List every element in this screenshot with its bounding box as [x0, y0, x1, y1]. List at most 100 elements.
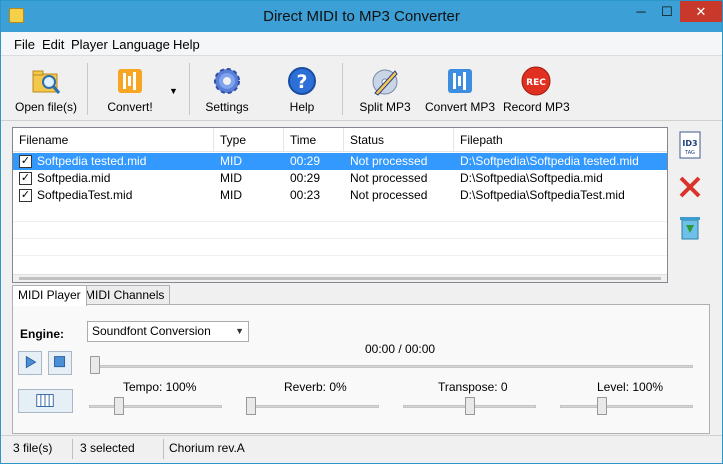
reverb-label: Reverb: 0%: [284, 380, 347, 394]
open-folder-icon: [32, 70, 61, 94]
column-status[interactable]: Status: [344, 128, 454, 152]
column-filepath[interactable]: Filepath: [454, 128, 667, 152]
horizontal-scrollbar[interactable]: [13, 274, 667, 282]
time-readout: 00:00 / 00:00: [365, 342, 436, 356]
convert-mp3-icon: [448, 69, 472, 93]
file-list-header: Filename Type Time Status Filepath: [13, 128, 667, 152]
row-filename: Softpedia tested.mid: [37, 154, 147, 168]
status-separator: [72, 439, 73, 459]
convert-mp3-label: Convert MP3: [425, 100, 496, 114]
level-slider[interactable]: [560, 405, 693, 408]
row-time: 00:23: [290, 188, 321, 202]
reverb-slider-thumb[interactable]: [246, 397, 256, 415]
scrollbar-thumb[interactable]: [19, 277, 661, 280]
tab-midi-channels[interactable]: MIDI Channels: [79, 285, 171, 305]
split-mp3-button[interactable]: Split MP3: [356, 63, 414, 119]
svg-text:?: ?: [296, 71, 307, 93]
tempo-slider[interactable]: [89, 405, 222, 408]
gear-icon: [214, 68, 240, 94]
table-row[interactable]: ✓ Softpedia tested.mid MID 00:29 Not pro…: [13, 153, 667, 170]
stop-button[interactable]: [48, 351, 72, 375]
menu-bar: File Edit Player Language Help: [1, 32, 722, 56]
play-button[interactable]: [18, 351, 42, 375]
status-separator: [163, 439, 164, 459]
row-status: Not processed: [350, 188, 428, 202]
menu-player[interactable]: Player: [71, 37, 108, 52]
row-filename: Softpedia.mid: [37, 171, 111, 185]
svg-text:ID3: ID3: [682, 139, 697, 148]
recycle-bin-icon[interactable]: [674, 211, 706, 243]
toolbar-separator: [87, 63, 88, 115]
menu-language[interactable]: Language: [112, 37, 170, 52]
engine-value: Soundfont Conversion: [92, 324, 211, 338]
level-slider-thumb[interactable]: [597, 397, 607, 415]
help-label: Help: [289, 100, 315, 114]
toolbar-separator: [342, 63, 343, 115]
position-slider-thumb[interactable]: [90, 356, 100, 374]
table-row[interactable]: ✓ SoftpediaTest.mid MID 00:23 Not proces…: [13, 187, 667, 204]
convert-label: Convert!: [107, 100, 153, 114]
toolbar: Open file(s) Convert! Settings ? Help Sp…: [1, 57, 722, 121]
record-mp3-label: Record MP3: [503, 100, 570, 114]
svg-text:TAG: TAG: [684, 150, 695, 156]
row-time: 00:29: [290, 171, 321, 185]
chevron-down-icon: ▼: [235, 326, 244, 336]
convert-dropdown-arrow-icon[interactable]: ▼: [169, 86, 178, 96]
remove-icon[interactable]: [674, 171, 706, 203]
menu-edit[interactable]: Edit: [42, 37, 64, 52]
stop-icon: [54, 356, 66, 368]
open-files-button[interactable]: Open file(s): [13, 63, 79, 119]
row-filepath: D:\Softpedia\SoftpediaTest.mid: [460, 188, 625, 202]
toolbar-separator: [189, 63, 190, 115]
row-filepath: D:\Softpedia\Softpedia tested.mid: [460, 154, 639, 168]
column-time[interactable]: Time: [284, 128, 344, 152]
grid-line: [13, 221, 667, 222]
status-soundfont: Chorium rev.A: [169, 441, 245, 455]
convert-button[interactable]: Convert!: [101, 63, 159, 119]
row-type: MID: [220, 154, 242, 168]
id3-tag-icon[interactable]: ID3 TAG: [674, 129, 706, 161]
engine-label: Engine:: [20, 327, 64, 341]
convert-icon: [118, 69, 142, 93]
record-mp3-button[interactable]: REC Record MP3: [503, 63, 570, 119]
menu-file[interactable]: File: [14, 37, 35, 52]
piano-button[interactable]: [18, 389, 73, 413]
piano-icon: [36, 394, 54, 407]
engine-select[interactable]: Soundfont Conversion ▼: [87, 321, 249, 342]
row-type: MID: [220, 188, 242, 202]
menu-help[interactable]: Help: [173, 37, 200, 52]
split-mp3-label: Split MP3: [359, 100, 411, 114]
position-slider[interactable]: [93, 365, 693, 368]
file-list[interactable]: Filename Type Time Status Filepath ✓ Sof…: [12, 127, 668, 283]
split-cd-icon: [372, 69, 398, 96]
convert-mp3-button[interactable]: Convert MP3: [425, 63, 495, 119]
help-button[interactable]: ? Help: [278, 63, 326, 119]
settings-button[interactable]: Settings: [201, 63, 253, 119]
column-type[interactable]: Type: [214, 128, 284, 152]
status-file-count: 3 file(s): [13, 441, 53, 455]
title-bar[interactable]: Direct MIDI to MP3 Converter ─ ☐ ✕: [1, 1, 722, 32]
maximize-button[interactable]: ☐: [654, 1, 680, 22]
tab-midi-player[interactable]: MIDI Player: [12, 285, 87, 306]
rec-badge: REC: [526, 78, 546, 88]
window-title: Direct MIDI to MP3 Converter: [263, 8, 460, 25]
minimize-button[interactable]: ─: [628, 1, 654, 22]
transpose-label: Transpose: 0: [438, 380, 508, 394]
row-status: Not processed: [350, 154, 428, 168]
row-type: MID: [220, 171, 242, 185]
row-status: Not processed: [350, 171, 428, 185]
table-row[interactable]: ✓ Softpedia.mid MID 00:29 Not processed …: [13, 170, 667, 187]
help-icon: ?: [288, 67, 316, 95]
status-selected-count: 3 selected: [80, 441, 135, 455]
status-bar: 3 file(s) 3 selected Chorium rev.A: [1, 435, 722, 463]
tempo-label: Tempo: 100%: [123, 380, 197, 394]
level-label: Level: 100%: [597, 380, 664, 394]
reverb-slider[interactable]: [246, 405, 379, 408]
close-button[interactable]: ✕: [680, 1, 722, 22]
grid-line: [13, 238, 667, 239]
column-filename[interactable]: Filename: [13, 128, 214, 152]
transpose-slider-thumb[interactable]: [465, 397, 475, 415]
app-window: Direct MIDI to MP3 Converter ─ ☐ ✕ File …: [0, 0, 723, 464]
grid-line: [13, 255, 667, 256]
tempo-slider-thumb[interactable]: [114, 397, 124, 415]
